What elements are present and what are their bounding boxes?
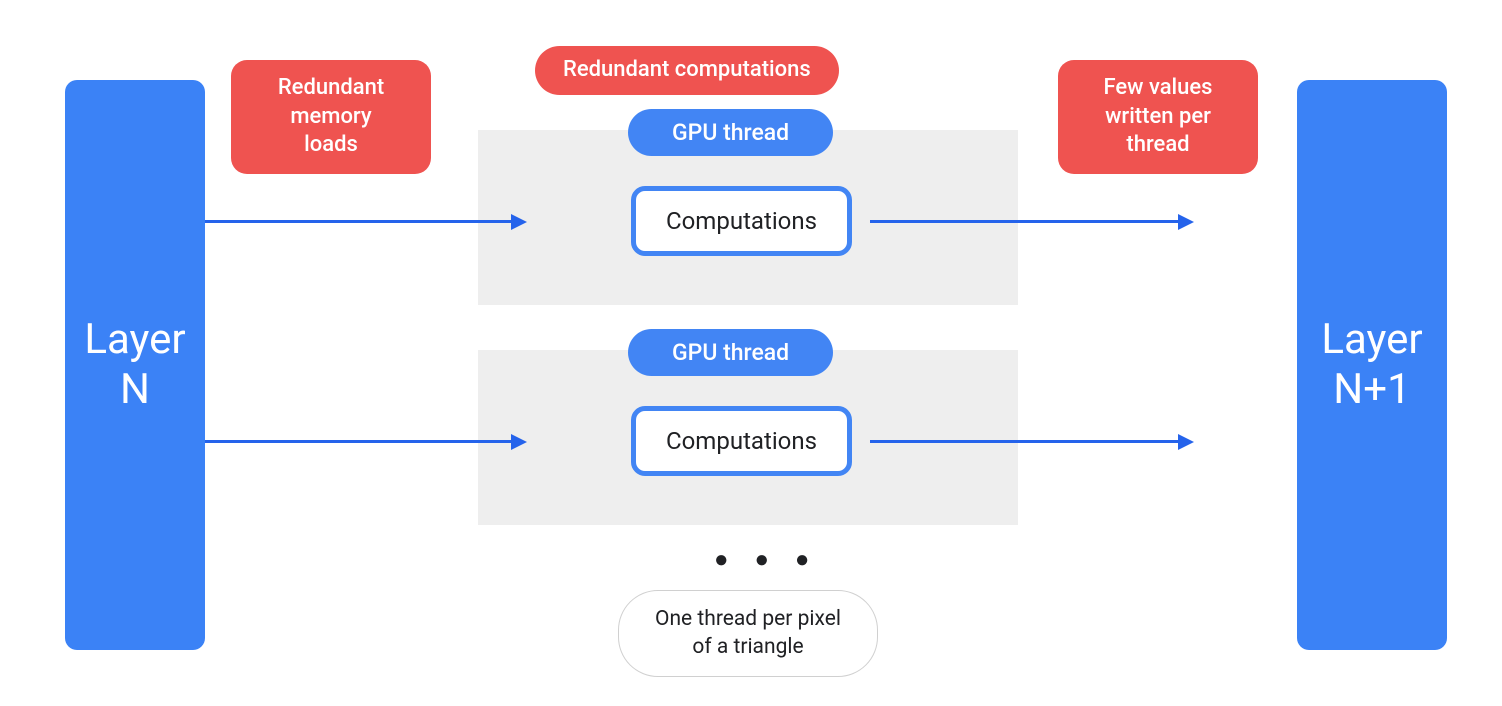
computations-box-2: Computations [631, 406, 852, 476]
computations-box-1: Computations [631, 186, 852, 256]
one-thread-text: One thread per pixel of a triangle [655, 607, 841, 659]
layer-n1-label: Layer N+1 [1321, 315, 1422, 416]
computations-label-2: Computations [666, 427, 817, 455]
one-thread-annotation: One thread per pixel of a triangle [618, 590, 878, 677]
arrow-2-left [205, 440, 515, 443]
gpu-thread-pill-2: GPU thread [628, 329, 833, 376]
ellipsis-text: ● ● ● [714, 545, 819, 573]
arrow-1-right [870, 220, 1182, 223]
redundant-computations-text: Redundant computations [563, 57, 811, 82]
redundant-memory-annotation: Redundant memory loads [231, 60, 431, 174]
arrow-2-right [870, 440, 1182, 443]
ellipsis-dots: ● ● ● [714, 545, 819, 574]
gpu-thread-label-2: GPU thread [672, 339, 789, 366]
gpu-thread-label-1: GPU thread [672, 119, 789, 146]
gpu-thread-pill-1: GPU thread [628, 109, 833, 156]
redundant-memory-text: Redundant memory loads [278, 75, 384, 157]
few-values-annotation: Few values written per thread [1058, 60, 1258, 174]
few-values-text: Few values written per thread [1103, 75, 1212, 157]
layer-n-box: Layer N [65, 80, 205, 650]
arrow-1-left [205, 220, 515, 223]
arrow-2-left-head [511, 434, 527, 450]
computations-label-1: Computations [666, 207, 817, 235]
arrow-2-right-head [1178, 434, 1194, 450]
layer-n-label: Layer N [84, 315, 185, 416]
layer-n1-box: Layer N+1 [1297, 80, 1447, 650]
redundant-computations-annotation: Redundant computations [535, 46, 839, 95]
arrow-1-left-head [511, 214, 527, 230]
arrow-1-right-head [1178, 214, 1194, 230]
